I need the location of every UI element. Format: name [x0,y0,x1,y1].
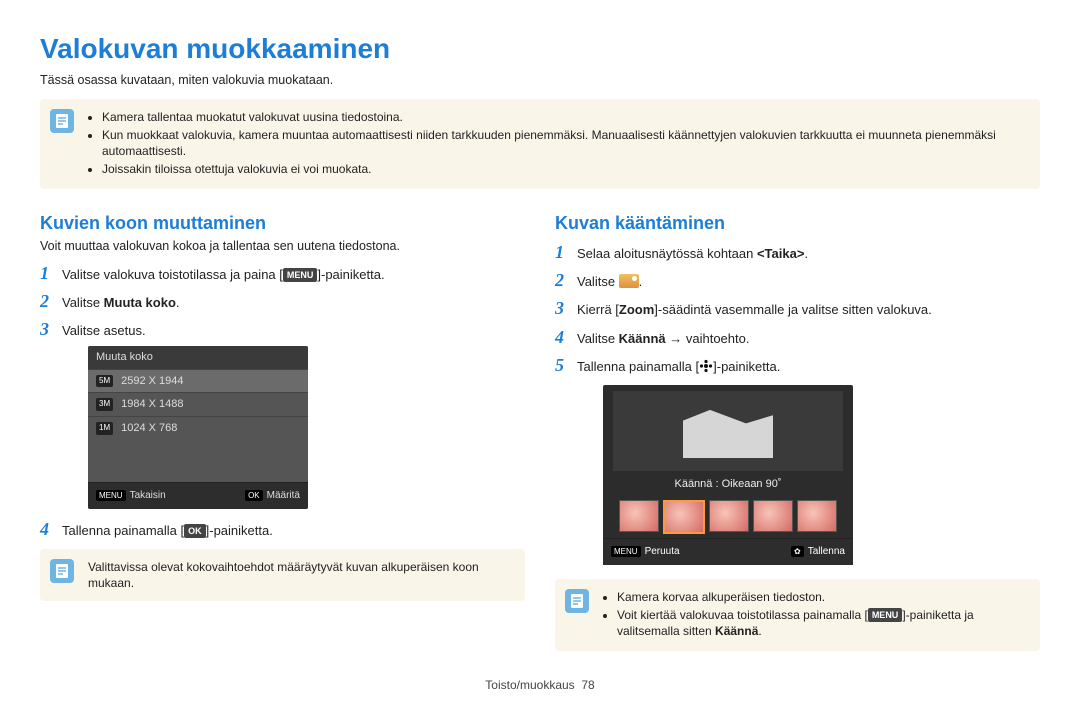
rotate-thumbs [603,496,853,538]
step-item: Valitse asetus. Muuta koko 5M2592 X 1944… [40,317,525,512]
left-note-text: Valittavissa olevat kokovaihtoehdot määr… [88,559,511,591]
menu-chip-icon: MENU [283,268,318,282]
page-intro: Tässä osassa kuvataan, miten valokuvia m… [40,72,1040,89]
page-footer: Toisto/muokkaus 78 [40,677,1040,693]
right-note-item: Voit kiertää valokuvaa toistotilassa pai… [617,607,1026,639]
note-icon [50,109,74,133]
resize-screen: Muuta koko 5M2592 X 1944 3M1984 X 1488 1… [88,346,308,509]
menu-chip-icon: MENU [868,608,903,622]
step-item: Valitse Muuta koko. [40,289,525,313]
ok-chip-icon: OK [184,524,206,538]
step-item: Tallenna painamalla [OK]-painiketta. [40,517,525,541]
right-heading: Kuvan kääntäminen [555,211,1040,235]
left-heading: Kuvien koon muuttaminen [40,211,525,235]
top-note-item: Joissakin tiloissa otettuja valokuvia ei… [102,161,1026,177]
top-note: Kamera tallentaa muokatut valokuvat uusi… [40,99,1040,190]
resize-row: 3M1984 X 1488 [88,392,308,416]
resize-screen-title: Muuta koko [88,346,308,369]
step-item: Tallenna painamalla [ ]-painiketta. Kään… [555,353,1040,571]
magic-mode-icon [619,274,639,288]
rotate-footer-left: MENUPeruuta [611,545,680,559]
step-item: Valitse . [555,268,1040,292]
resize-row: 1M1024 X 768 [88,416,308,440]
rotate-screen: Käännä : Oikeaan 90˚ MENUPeruuta ✿Tallen… [603,385,853,564]
note-icon [50,559,74,583]
step-item: Kierrä [Zoom]-säädintä vasemmalle ja val… [555,296,1040,320]
resize-row: 5M2592 X 1944 [88,369,308,393]
step-item: Valitse valokuva toistotilassa ja paina … [40,261,525,285]
step-item: Selaa aloitusnäytössä kohtaan <Taika>. [555,240,1040,264]
page-title: Valokuvan muokkaaminen [40,30,1040,68]
step-item: Valitse Käännä → vaihtoehto. [555,325,1040,349]
rotate-caption: Käännä : Oikeaan 90˚ [603,473,853,496]
resize-footer-left: MENUTakaisin [96,489,166,503]
note-icon [565,589,589,613]
resize-footer-right: OKMääritä [245,489,300,503]
top-note-item: Kamera tallentaa muokatut valokuvat uusi… [102,109,1026,125]
rotate-footer-right: ✿Tallenna [791,545,845,559]
top-note-item: Kun muokkaat valokuvia, kamera muuntaa a… [102,127,1026,159]
right-note: Kamera korvaa alkuperäisen tiedoston. Vo… [555,579,1040,652]
left-lead: Voit muuttaa valokuvan kokoa ja tallenta… [40,238,525,255]
right-note-item: Kamera korvaa alkuperäisen tiedoston. [617,589,1026,605]
flower-button-icon [699,359,713,378]
left-note: Valittavissa olevat kokovaihtoehdot määr… [40,549,525,601]
